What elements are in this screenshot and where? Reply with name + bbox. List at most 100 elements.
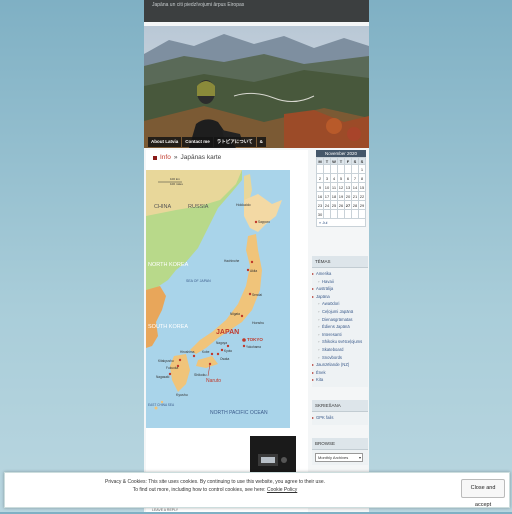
archives-select[interactable]: Monthly Archives ▾ <box>315 453 363 462</box>
calendar-day: 23 <box>316 200 324 210</box>
skriesana-list: GPK fails <box>312 412 368 425</box>
calendar-day: 18 <box>330 191 338 201</box>
post-category-link[interactable]: Info <box>160 154 171 161</box>
calendar-day <box>344 209 352 219</box>
calendar-day: 28 <box>351 200 359 210</box>
close-and-accept-button[interactable]: Close and accept <box>461 479 505 508</box>
topic-link[interactable]: Dienasgrāmatas <box>312 316 368 324</box>
topic-link[interactable]: Amerika <box>312 270 368 278</box>
calendar-day: 20 <box>344 191 352 201</box>
site-tagline: Japāna un citi piedzīvojumi ārpus Eiropa… <box>152 2 245 8</box>
calendar-day-today: 27 <box>344 200 352 210</box>
calendar-day: 21 <box>351 191 359 201</box>
nav-item-latvia-japanese[interactable]: ラトビアについて <box>213 137 256 147</box>
post-title: Japānas karte <box>180 154 222 161</box>
nav-item-contact-me[interactable]: Contact me <box>182 137 213 147</box>
calendar-day: 29 <box>358 200 366 210</box>
calendar-day: 17 <box>323 191 331 201</box>
topics-widget: TĒMAS Amerika Havaii Austrālija Japāna A… <box>312 256 368 387</box>
calendar-day <box>358 209 366 219</box>
map-city-kobe: Kobe <box>202 350 210 354</box>
chevron-down-icon: ▾ <box>358 455 361 460</box>
breadcrumb-separator: » <box>173 154 178 161</box>
calendar-day: 6 <box>344 173 352 183</box>
map-city-sendai: Sendai <box>252 293 262 297</box>
calendar-month: November 2020 <box>316 150 366 157</box>
map-label-russia: RUSSIA <box>188 204 209 210</box>
map-city-akita: Akita <box>250 269 257 273</box>
calendar-day <box>344 164 352 174</box>
leave-reply-heading: LEAVE A REPLY <box>152 508 179 512</box>
topic-link[interactable]: Ēnek <box>312 369 368 377</box>
calendar-day: 13 <box>344 182 352 192</box>
calendar-day-header: F <box>344 157 352 165</box>
cookie-banner: Privacy & Cookies: This site uses cookie… <box>4 472 510 508</box>
topic-link[interactable]: Shikoku svētceļojums <box>312 338 368 346</box>
calendar-day: 1 <box>358 164 366 174</box>
calendar-day-header: T <box>323 157 331 165</box>
calendar-table: M T W T F S S 1 2 3 4 5 6 7 8 9 10 11 12… <box>316 157 366 219</box>
topic-link[interactable]: Austrālija <box>312 285 368 293</box>
skriesana-title: SKRIEŠANA <box>312 400 368 412</box>
topic-link[interactable]: Havaii <box>312 278 368 286</box>
archives-select-value: Monthly Archives <box>318 455 349 460</box>
calendar-day <box>330 164 338 174</box>
cookie-line-2: To find out more, including how to contr… <box>5 486 425 494</box>
calendar-day-header: T <box>337 157 345 165</box>
cookie-line-2-prefix: To find out more, including how to contr… <box>132 487 267 493</box>
map-label-south-korea: SOUTH KOREA <box>148 324 188 330</box>
map-label-hokkaido: Hokkaido <box>236 203 251 207</box>
topic-link[interactable]: Kita <box>312 376 368 384</box>
map-city-hachinohe: Hachinohe <box>224 259 239 263</box>
map-city-sapporo: Sapporo <box>258 220 270 224</box>
map-label-pacific: NORTH PACIFIC OCEAN <box>210 410 268 416</box>
calendar-widget: November 2020 M T W T F S S 1 2 3 4 5 6 … <box>316 150 366 227</box>
map-city-osaka: Osaka <box>220 357 229 361</box>
gpk-file-link[interactable]: GPK fails <box>312 414 368 422</box>
post-content: Info » Japānas karte 100 km 100 miles CH… <box>146 150 308 512</box>
calendar-day: 10 <box>323 182 331 192</box>
map-city-niigata: Niigata <box>230 312 240 316</box>
calendar-day: 8 <box>358 173 366 183</box>
bullet-icon <box>153 155 157 160</box>
topic-link[interactable]: Snovbords <box>312 354 368 362</box>
topic-link[interactable]: Interesanti <box>312 331 368 339</box>
calendar-day: 3 <box>323 173 331 183</box>
calendar-day <box>323 164 331 174</box>
calendar-day: 2 <box>316 173 324 183</box>
japan-map-image[interactable]: 100 km 100 miles CHINA RUSSIA NORTH KORE… <box>146 170 290 428</box>
topic-link[interactable]: Skateboard <box>312 346 368 354</box>
cookie-policy-link[interactable]: Cookie Policy <box>267 487 297 493</box>
map-label-kyushu: Kyushu <box>176 393 188 397</box>
map-city-kitakyushu: Kitakyushu <box>158 359 174 363</box>
calendar-day: 16 <box>316 191 324 201</box>
calendar-day: 12 <box>337 182 345 192</box>
nav-item-about-latvia[interactable]: About Latvia <box>148 137 182 147</box>
topic-link[interactable]: Jaunzēlande (NZ) <box>312 361 368 369</box>
map-city-kyoto: Kyoto <box>224 349 232 353</box>
calendar-day: 30 <box>316 209 324 219</box>
nav-item-more[interactable]: & <box>256 137 266 147</box>
map-city-hiroshima: Hiroshima <box>180 350 195 354</box>
post-thumbnail-image[interactable] <box>250 436 296 476</box>
calendar-day <box>330 209 338 219</box>
topics-title: TĒMAS <box>312 256 368 268</box>
calendar-day-header: S <box>351 157 359 165</box>
post-header: Info » Japānas karte <box>153 154 221 161</box>
topic-link[interactable]: Awa0dori <box>312 300 368 308</box>
site-header: Japāna un citi piedzīvojumi ārpus Eiropa… <box>144 0 369 22</box>
topic-link[interactable]: Ceļojumi Japānā <box>312 308 368 316</box>
map-label-east-china-sea: EAST CHINA SEA <box>148 403 175 407</box>
topic-link[interactable]: Ēdiens Japānā <box>312 323 368 331</box>
calendar-day: 24 <box>323 200 331 210</box>
calendar-day: 14 <box>351 182 359 192</box>
topic-link[interactable]: Japāna <box>312 293 368 301</box>
map-scale-km: 100 km <box>170 177 180 181</box>
map-label-japan: JAPAN <box>216 329 239 336</box>
calendar-day: 22 <box>358 191 366 201</box>
page-column: Japāna un citi piedzīvojumi ārpus Eiropa… <box>144 0 369 512</box>
calendar-prev-link[interactable]: « Jul <box>316 219 366 227</box>
map-city-yokohama: Yokohama <box>246 345 261 349</box>
calendar-day: 15 <box>358 182 366 192</box>
calendar-day: 19 <box>337 191 345 201</box>
